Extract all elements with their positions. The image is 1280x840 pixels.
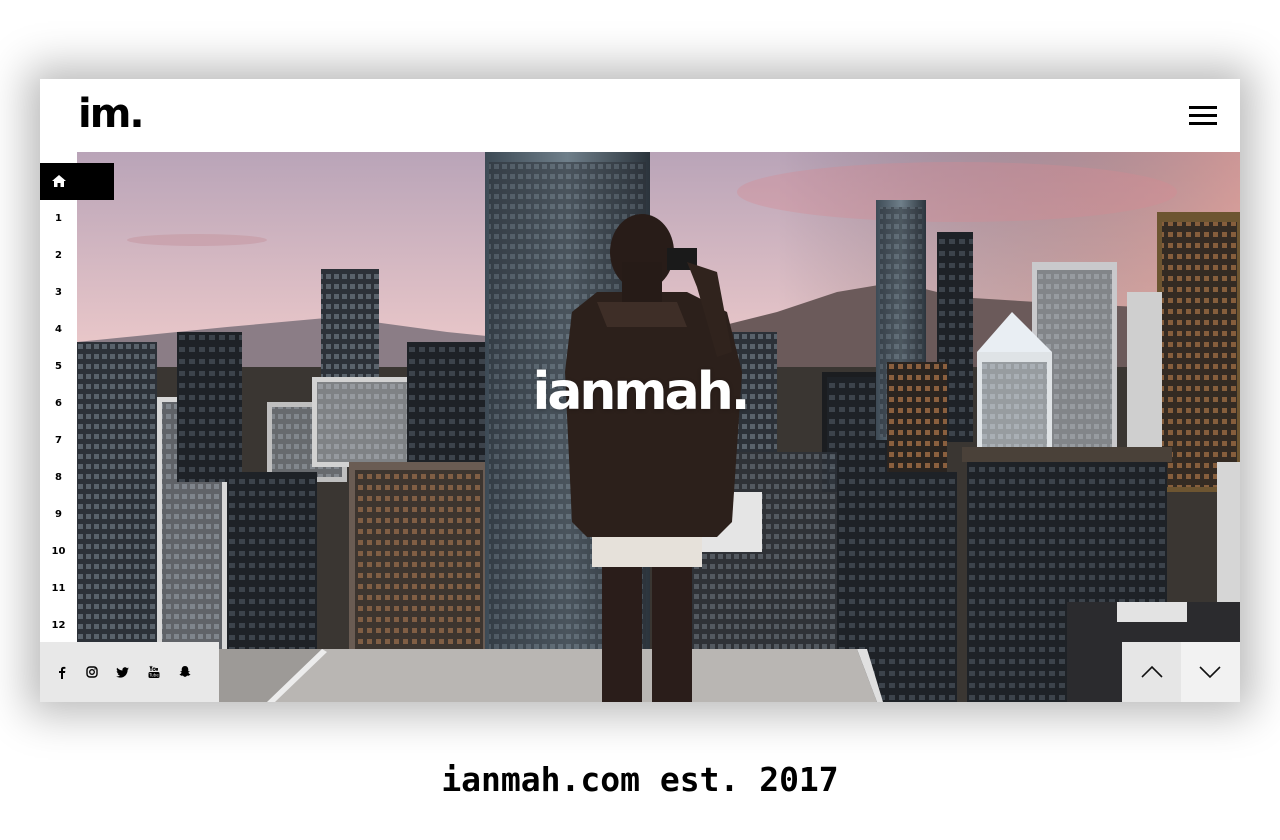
home-icon <box>52 175 66 187</box>
site-logo[interactable]: im. <box>78 91 145 137</box>
header: im. <box>40 79 1240 152</box>
hamburger-menu-button[interactable] <box>1186 103 1220 129</box>
nav-item-1[interactable]: 1 <box>40 200 77 237</box>
facebook-icon[interactable] <box>54 664 70 680</box>
hero-title: ianmah. <box>532 362 751 422</box>
nav-home-button[interactable] <box>40 163 114 200</box>
hero-image: ianmah. <box>77 152 1240 702</box>
nav-item-3[interactable]: 3 <box>40 274 77 311</box>
city-photo <box>77 152 1240 702</box>
site-frame: im. ianmah. 1 2 3 4 5 6 7 8 9 10 11 12 T… <box>40 79 1240 702</box>
nav-item-2[interactable]: 2 <box>40 237 77 274</box>
site-caption: ianmah.com est. 2017 <box>441 760 839 799</box>
nav-item-8[interactable]: 8 <box>40 459 77 496</box>
youtube-icon[interactable]: Tube <box>146 664 162 680</box>
nav-item-7[interactable]: 7 <box>40 422 77 459</box>
twitter-icon[interactable] <box>115 664 131 680</box>
nav-item-9[interactable]: 9 <box>40 496 77 533</box>
menu-bar <box>1189 122 1217 125</box>
social-links: Tube <box>40 642 219 702</box>
nav-item-10[interactable]: 10 <box>40 533 77 570</box>
nav-item-5[interactable]: 5 <box>40 348 77 385</box>
instagram-icon[interactable] <box>84 664 100 680</box>
nav-item-6[interactable]: 6 <box>40 385 77 422</box>
chevron-up-icon <box>1141 665 1163 678</box>
nav-item-12[interactable]: 12 <box>40 607 77 644</box>
nav-item-4[interactable]: 4 <box>40 311 77 348</box>
side-nav-spacer <box>40 152 77 163</box>
nav-item-11[interactable]: 11 <box>40 570 77 607</box>
menu-bar <box>1189 106 1217 109</box>
svg-text:Tube: Tube <box>148 673 159 678</box>
next-slide-button[interactable] <box>1181 642 1240 702</box>
snapchat-icon[interactable] <box>177 664 193 680</box>
menu-bar <box>1189 114 1217 117</box>
previous-slide-button[interactable] <box>1122 642 1181 702</box>
chevron-down-icon <box>1199 666 1221 679</box>
